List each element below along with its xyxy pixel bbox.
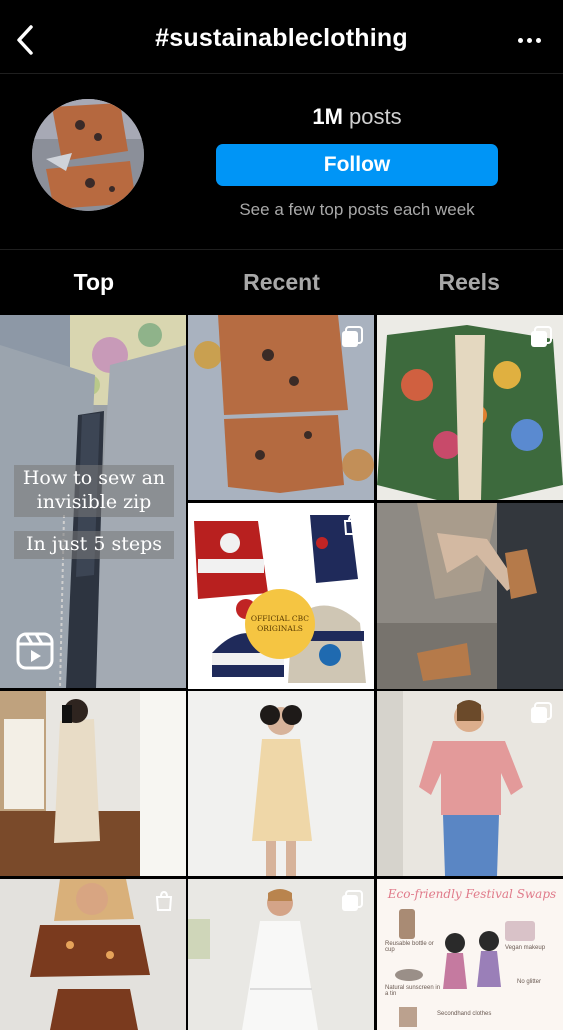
grid-post-cbc[interactable]: OFFICIAL CBC ORIGINALS — [188, 503, 374, 689]
festival-item: Secondhand clothes — [437, 1011, 492, 1017]
reels-icon — [16, 632, 54, 670]
festival-item: Vegan makeup — [505, 945, 546, 951]
hashtag-profile: 1M posts Follow See a few top posts each… — [0, 74, 563, 250]
post-image — [0, 691, 186, 876]
shopping-bag-icon — [343, 514, 361, 535]
tab-top[interactable]: Top — [0, 250, 188, 314]
feed-tabs: Top Recent Reels — [0, 250, 563, 314]
post-grid: How to sew an invisible zip In just 5 st… — [0, 315, 563, 1030]
reel-caption-title: How to sew an invisible zip — [14, 465, 174, 517]
festival-item: Natural sunscreen in a tin — [385, 985, 441, 997]
grid-post-tan-shoes[interactable] — [377, 503, 563, 689]
top-bar: #sustainableclothing — [0, 0, 563, 74]
tab-reels[interactable]: Reels — [375, 250, 563, 314]
post-count-value: 1M — [312, 104, 343, 129]
hashtag-avatar[interactable] — [32, 99, 144, 211]
multiple-photos-icon — [342, 326, 363, 347]
avatar-image — [32, 99, 144, 211]
grid-post-floral-jacket[interactable] — [377, 315, 563, 500]
festival-item: No glitter — [517, 979, 542, 985]
grid-post-reel-zip[interactable]: How to sew an invisible zip In just 5 st… — [0, 315, 186, 688]
grid-post-white-dress[interactable] — [188, 879, 374, 1030]
grid-post-festival-swaps[interactable]: Eco-friendly Festival Swaps Reusable bot… — [377, 879, 563, 1030]
page-title: #sustainableclothing — [155, 24, 408, 52]
follow-subtext: See a few top posts each week — [239, 200, 475, 219]
grid-post-pink-top[interactable] — [377, 691, 563, 876]
follow-button[interactable]: Follow — [216, 144, 498, 186]
multiple-photos-icon — [531, 702, 552, 723]
post-image — [377, 503, 563, 689]
grid-post-gingham-dress[interactable] — [0, 691, 186, 876]
tab-recent[interactable]: Recent — [188, 250, 376, 314]
grid-post-rust-set[interactable] — [188, 315, 374, 500]
post-count-label: posts — [349, 104, 402, 129]
post-count: 1M posts — [216, 104, 498, 130]
multiple-photos-icon — [342, 890, 363, 911]
grid-post-floral-crop[interactable] — [0, 879, 186, 1030]
multiple-photos-icon — [531, 326, 552, 347]
cbc-badge: OFFICIAL CBC ORIGINALS — [245, 589, 315, 659]
shopping-bag-icon — [155, 890, 173, 911]
festival-item: Reusable bottle or cup — [385, 941, 434, 953]
grid-post-yellow-dress[interactable] — [188, 691, 374, 876]
post-image — [377, 879, 563, 1030]
more-horizontal-icon — [517, 37, 523, 43]
festival-title: Eco-friendly Festival Swaps — [387, 887, 557, 901]
post-image — [188, 691, 374, 876]
reel-caption-subtitle: In just 5 steps — [14, 531, 174, 559]
more-options-button[interactable] — [511, 26, 547, 54]
